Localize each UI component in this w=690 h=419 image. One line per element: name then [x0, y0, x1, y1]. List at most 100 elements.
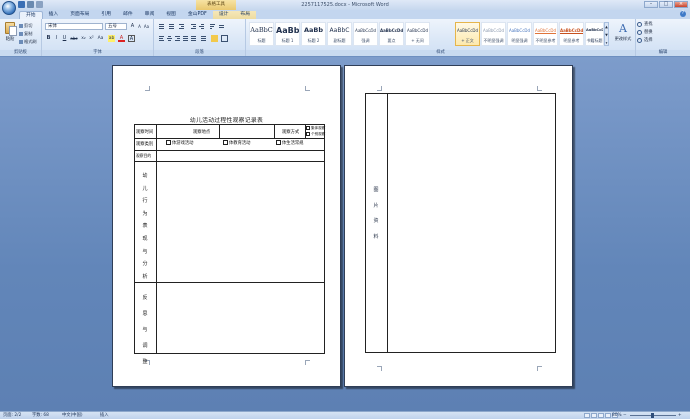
sort-icon[interactable]: [209, 23, 216, 30]
shrink-font-button[interactable]: A: [136, 23, 143, 30]
option-individual-observation[interactable]: 个别观察: [306, 132, 325, 137]
zoom-level[interactable]: 80%: [612, 412, 622, 419]
style-heading-2[interactable]: AaBb 标题 2: [301, 22, 326, 46]
table-rule: [135, 150, 324, 151]
change-styles-button[interactable]: A 更改样式: [611, 22, 635, 42]
line-spacing-icon[interactable]: [200, 35, 207, 42]
borders-icon[interactable]: [221, 35, 228, 42]
font-color-button[interactable]: A: [118, 35, 125, 42]
style-intense-reference[interactable]: AaBbCcDd 明显参考: [559, 22, 584, 46]
option-daily-routine[interactable]: 体生活常规: [276, 140, 303, 146]
checkbox[interactable]: [276, 140, 281, 145]
align-center-icon[interactable]: [166, 35, 173, 42]
style-sample: AaBbC: [329, 27, 350, 34]
style-title[interactable]: AaBbC 标题: [249, 22, 274, 46]
style-book-title[interactable]: AaBbCcDd 书籍标题: [585, 22, 604, 46]
full-screen-icon[interactable]: [591, 413, 597, 418]
zoom-in-button[interactable]: +: [678, 412, 682, 419]
justify-icon[interactable]: [182, 35, 189, 42]
bold-button[interactable]: B: [45, 35, 52, 42]
find-button[interactable]: 查找: [637, 21, 653, 27]
highlight-button[interactable]: ab: [108, 35, 115, 42]
office-button[interactable]: [2, 1, 16, 15]
select-button[interactable]: 选择: [637, 37, 653, 43]
grow-font-button[interactable]: A: [129, 23, 136, 30]
cut-button[interactable]: 剪切: [19, 23, 32, 29]
tab-view[interactable]: 视图: [160, 11, 182, 19]
insert-mode[interactable]: 插入: [100, 412, 109, 419]
page-2[interactable]: 图 片 资 料: [344, 65, 573, 387]
character-border-button[interactable]: A: [128, 35, 135, 42]
style-sample: AaBbCcDd: [482, 28, 505, 33]
maximize-button[interactable]: □: [659, 1, 673, 8]
zoom-slider-thumb[interactable]: [651, 413, 654, 418]
web-layout-icon[interactable]: [598, 413, 604, 418]
tab-review[interactable]: 审阅: [139, 11, 161, 19]
close-button[interactable]: ×: [674, 1, 688, 8]
subscript-button[interactable]: x₂: [80, 35, 87, 42]
checkbox[interactable]: [223, 140, 228, 145]
gallery-scroll[interactable]: ▲ ▼ ▾: [604, 22, 609, 46]
outline-icon[interactable]: [605, 413, 611, 418]
superscript-button[interactable]: x²: [88, 35, 95, 42]
option-game-activity[interactable]: 体游戏活动: [166, 140, 193, 146]
tab-pdf[interactable]: 金山PDF: [182, 11, 213, 19]
page-count[interactable]: 页面: 2/2: [3, 412, 21, 419]
tab-insert[interactable]: 插入: [43, 11, 65, 19]
style-emphasis[interactable]: AaBbCcDd 强调: [353, 22, 378, 46]
tab-mailings[interactable]: 邮件: [117, 11, 139, 19]
style-heading-1[interactable]: AaBb 标题 1: [275, 22, 300, 46]
clipboard-group: 粘贴 剪切 复制 格式刷 剪贴板: [0, 19, 42, 56]
distributed-icon[interactable]: [190, 35, 197, 42]
observation-table[interactable]: 观察时间 观察地点 观察方式 集体观察 个别观察 观察类别 体游戏活动 体教育活…: [134, 124, 325, 365]
checkbox[interactable]: [166, 140, 171, 145]
decrease-indent-icon[interactable]: [190, 23, 197, 30]
style-normal[interactable]: AaBbCcDd + 正文: [455, 22, 480, 46]
tab-design[interactable]: 设计: [212, 11, 235, 19]
format-painter-button[interactable]: 格式刷: [19, 39, 37, 45]
help-icon[interactable]: ?: [680, 11, 686, 17]
style-no-spacing[interactable]: AaBbCcDd + 无间: [405, 22, 430, 46]
checkbox[interactable]: [306, 126, 310, 130]
tab-references[interactable]: 引用: [95, 11, 117, 19]
print-layout-icon[interactable]: [584, 413, 590, 418]
paste-button[interactable]: 粘贴: [3, 22, 17, 46]
show-marks-icon[interactable]: [218, 23, 225, 30]
word-count[interactable]: 字数: 68: [32, 412, 49, 419]
bullets-icon[interactable]: [158, 23, 165, 30]
picture-table[interactable]: 图 片 资 料: [365, 93, 556, 353]
option-education-activity[interactable]: 体教育活动: [223, 140, 250, 146]
checkbox[interactable]: [306, 132, 310, 136]
font-size-select[interactable]: 五号: [105, 23, 127, 30]
tab-page-layout[interactable]: 页面布局: [64, 11, 95, 19]
font-name-select[interactable]: 宋体: [45, 23, 103, 30]
align-left-icon[interactable]: [158, 35, 165, 42]
underline-button[interactable]: U: [61, 35, 68, 42]
page-1[interactable]: 幼儿活动过程性观察记录表 观察时间 观察地点 观察方式 集体观察 个别观察 观察…: [112, 65, 341, 387]
minimize-button[interactable]: –: [644, 1, 658, 8]
numbering-icon[interactable]: [168, 23, 175, 30]
style-subtle-emphasis[interactable]: AaBbCcDd 不明显强调: [481, 22, 506, 46]
change-case-button[interactable]: Aa: [97, 35, 104, 42]
style-subtle-reference[interactable]: AaBbCcDd 不明显参考: [533, 22, 558, 46]
copy-button[interactable]: 复制: [19, 31, 32, 37]
option-group-observation[interactable]: 集体观察: [306, 126, 325, 131]
strikethrough-button[interactable]: abc: [69, 35, 79, 42]
zoom-out-button[interactable]: −: [623, 412, 627, 419]
increase-indent-icon[interactable]: [198, 23, 205, 30]
style-intense-emphasis[interactable]: AaBbCcDd 明显强调: [507, 22, 532, 46]
document-workspace[interactable]: 幼儿活动过程性观察记录表 观察时间 观察地点 观察方式 集体观察 个别观察 观察…: [0, 57, 690, 411]
tab-layout[interactable]: 布局: [234, 11, 257, 19]
vchar: 分: [142, 261, 148, 268]
crop-mark: [305, 360, 310, 365]
italic-button[interactable]: I: [53, 35, 60, 42]
style-strong[interactable]: AaBbCcDd 要点: [379, 22, 404, 46]
style-subtitle[interactable]: AaBbC 副标题: [327, 22, 352, 46]
language-indicator[interactable]: 中文(中国): [62, 412, 83, 419]
align-right-icon[interactable]: [174, 35, 181, 42]
multilevel-list-icon[interactable]: [178, 23, 185, 30]
shading-icon[interactable]: [211, 35, 218, 42]
tab-home[interactable]: 开始: [19, 11, 43, 19]
clear-format-button[interactable]: Aa: [143, 23, 150, 30]
replace-button[interactable]: 替换: [637, 29, 653, 35]
